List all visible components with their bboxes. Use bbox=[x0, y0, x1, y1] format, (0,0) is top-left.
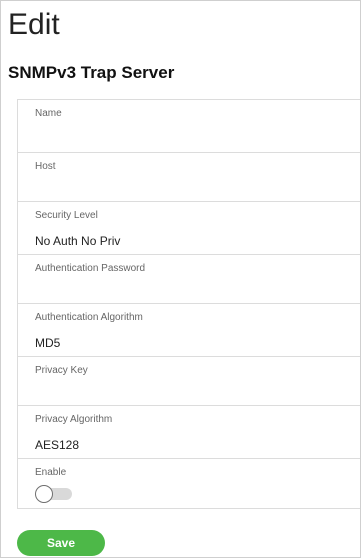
toggle-knob bbox=[35, 485, 53, 503]
privacy-algorithm-value[interactable]: AES128 bbox=[35, 438, 79, 452]
section-title: SNMPv3 Trap Server bbox=[8, 63, 175, 82]
authentication-algorithm-value[interactable]: MD5 bbox=[35, 336, 60, 350]
host-label: Host bbox=[35, 161, 56, 172]
page-title: Edit bbox=[8, 8, 60, 41]
authentication-password-label: Authentication Password bbox=[35, 263, 146, 274]
security-level-label: Security Level bbox=[35, 210, 98, 221]
name-label: Name bbox=[35, 108, 62, 119]
privacy-key-field[interactable]: Privacy Key bbox=[17, 357, 360, 406]
security-level-select[interactable]: Security Level No Auth No Priv bbox=[17, 202, 360, 255]
host-field[interactable]: Host bbox=[17, 153, 360, 202]
name-field[interactable]: Name bbox=[17, 100, 360, 153]
enable-toggle[interactable] bbox=[35, 485, 72, 503]
privacy-algorithm-select[interactable]: Privacy Algorithm AES128 bbox=[17, 406, 360, 459]
authentication-password-field[interactable]: Authentication Password bbox=[17, 255, 360, 304]
enable-label: Enable bbox=[35, 467, 67, 478]
save-button[interactable]: Save bbox=[17, 530, 105, 556]
authentication-algorithm-select[interactable]: Authentication Algorithm MD5 bbox=[17, 304, 360, 357]
snmp-trap-form: Name Host Security Level No Auth No Priv… bbox=[17, 99, 360, 509]
privacy-algorithm-label: Privacy Algorithm bbox=[35, 414, 113, 425]
authentication-algorithm-label: Authentication Algorithm bbox=[35, 312, 143, 323]
security-level-value[interactable]: No Auth No Priv bbox=[35, 234, 120, 248]
privacy-key-label: Privacy Key bbox=[35, 365, 88, 376]
enable-field: Enable bbox=[17, 459, 360, 509]
